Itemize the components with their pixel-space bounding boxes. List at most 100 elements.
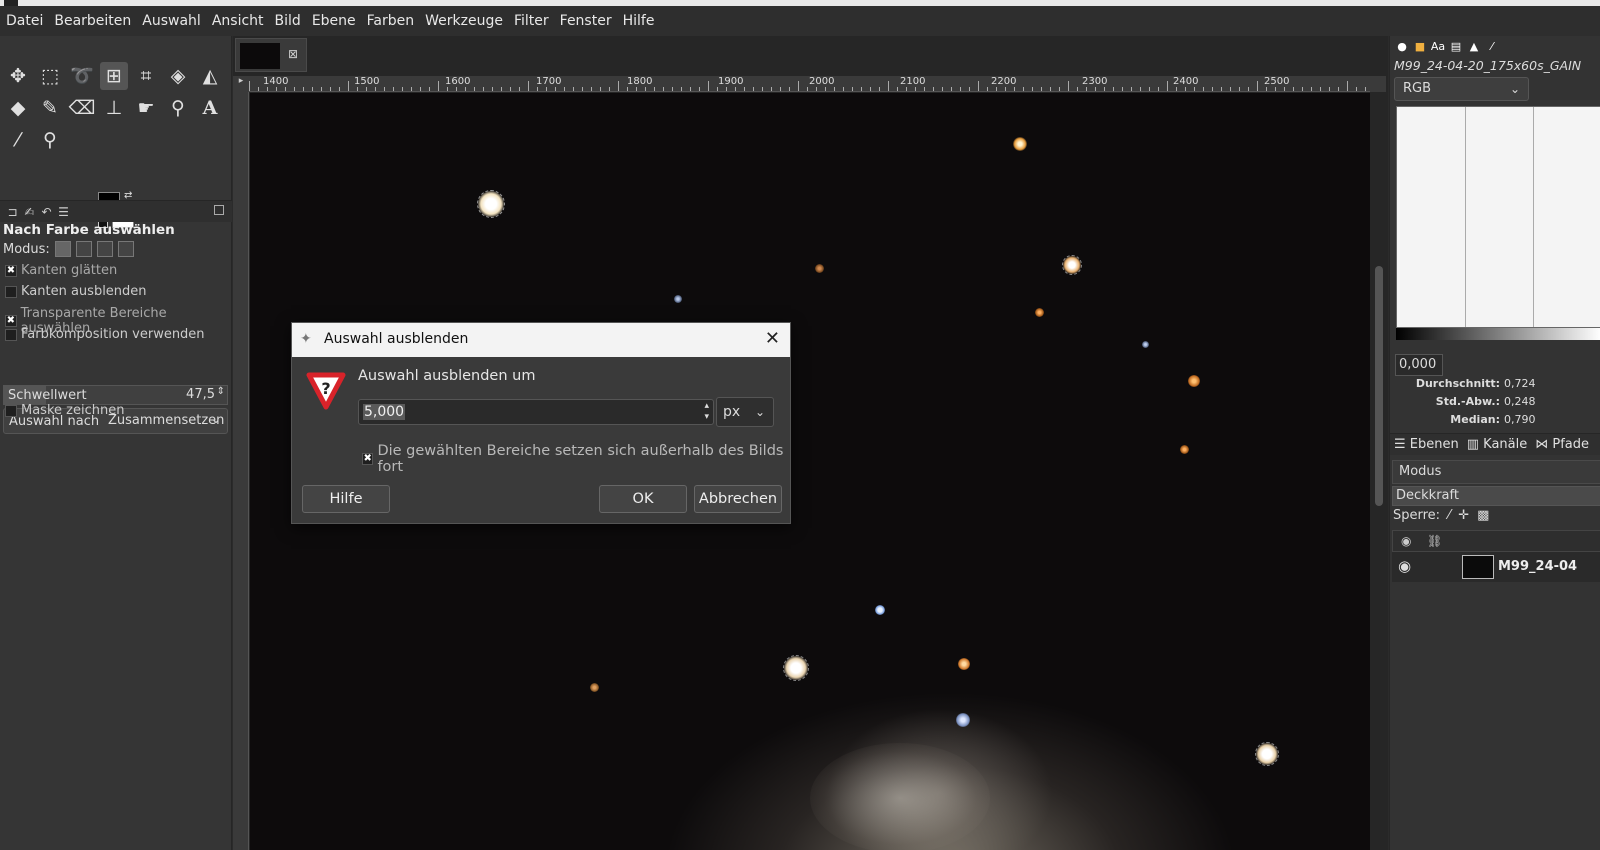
menu-select[interactable]: Auswahl — [142, 13, 201, 29]
close-icon[interactable]: ✕ — [765, 328, 780, 349]
menu-edit[interactable]: Bearbeiten — [54, 13, 131, 29]
vertical-ruler[interactable] — [233, 92, 249, 850]
ruler-tick — [303, 87, 304, 91]
lock-position-icon[interactable]: ✛ — [1458, 508, 1469, 523]
histogram-tab-icon[interactable]: ▲ — [1466, 40, 1482, 54]
composite-checkbox[interactable] — [5, 328, 17, 341]
transparent-checkbox[interactable]: ✖ — [5, 315, 17, 327]
mode-subtract-button[interactable] — [96, 241, 113, 257]
font-tab-icon[interactable]: Aa — [1430, 40, 1446, 54]
menu-tools[interactable]: Werkzeuge — [425, 13, 503, 29]
menu-filters[interactable]: Filter — [514, 13, 549, 29]
configure-tab-icon[interactable] — [214, 205, 224, 215]
range-low-spin[interactable]: 0,000 — [1395, 354, 1443, 376]
ruler-tick — [744, 87, 745, 91]
tab-layers[interactable]: ☰ Ebenen — [1394, 437, 1459, 452]
lasso-tool-icon[interactable]: ➰ — [68, 62, 96, 90]
close-icon[interactable]: ⊠ — [288, 47, 298, 61]
cancel-button[interactable]: Abbrechen — [694, 485, 782, 513]
paintbrush-tool-icon[interactable]: ✎ — [36, 94, 64, 122]
scrollbar-thumb[interactable] — [1375, 266, 1383, 506]
images-tab-icon[interactable]: ☰ — [55, 205, 72, 219]
chevron-down-icon: ⌄ — [1509, 82, 1520, 96]
opacity-slider[interactable]: Deckkraft — [1392, 486, 1600, 506]
color-picker-tool-icon[interactable]: ⁄ — [4, 126, 32, 154]
pencil-tab-icon[interactable]: ⁄ — [1484, 40, 1500, 54]
zoom-tool-icon[interactable]: ⚲ — [36, 126, 64, 154]
navigate-icon[interactable] — [1370, 76, 1386, 92]
tab-paths[interactable]: ⋈ Pfade — [1535, 437, 1589, 452]
ruler-tick — [339, 87, 340, 91]
warp-tool-icon[interactable]: ◭ — [196, 62, 224, 90]
ruler-corner-icon[interactable]: ▸ — [233, 76, 249, 92]
menu-file[interactable]: Datei — [6, 13, 43, 29]
eraser-tool-icon[interactable]: ⌫ — [68, 94, 96, 122]
draw-mask-option[interactable]: Maske zeichnen — [5, 403, 124, 418]
tab-channels[interactable]: ▥ Kanäle — [1467, 437, 1528, 452]
pattern-tab-icon[interactable]: ■ — [1412, 40, 1428, 54]
edge-lock-option[interactable]: ✖ Die gewählten Bereiche setzen sich auß… — [362, 443, 790, 475]
ruler-tick — [600, 87, 601, 91]
layer-mode-dropdown[interactable]: Modus — [1392, 460, 1600, 484]
ruler-label: 2100 — [900, 76, 926, 87]
move-tool-icon[interactable]: ✥ — [4, 62, 32, 90]
threshold-slider[interactable]: Schwellwert 47,5 ⇕ — [3, 385, 228, 405]
ruler-tick — [546, 87, 547, 91]
lock-alpha-icon[interactable]: ▩ — [1477, 508, 1489, 523]
spin-icon[interactable]: ▴ ▾ — [704, 401, 709, 423]
image-tab[interactable]: ⊠ — [235, 38, 307, 72]
mode-replace-button[interactable] — [54, 241, 71, 257]
ruler-tick — [654, 87, 655, 91]
ok-button[interactable]: OK — [599, 485, 687, 513]
gimp-icon: ✦ — [300, 331, 312, 347]
rect-select-tool-icon[interactable]: ⬚ — [36, 62, 64, 90]
menu-image[interactable]: Bild — [275, 13, 301, 29]
feather-checkbox[interactable] — [5, 285, 17, 298]
antialias-checkbox[interactable]: ✖ — [5, 264, 17, 277]
ruler-tick — [258, 87, 259, 91]
lock-pixels-icon[interactable]: ⁄ — [1448, 508, 1450, 523]
histogram-range-gradient[interactable] — [1396, 328, 1600, 340]
menu-colors[interactable]: Farben — [367, 13, 414, 29]
crop-tool-icon[interactable]: ⌗ — [132, 62, 160, 90]
channel-dropdown[interactable]: RGB ⌄ — [1394, 77, 1529, 101]
ruler-tick — [384, 87, 385, 91]
document-tab-icon[interactable]: ▤ — [1448, 40, 1464, 54]
mode-intersect-button[interactable] — [117, 241, 134, 257]
device-status-tab-icon[interactable]: ✍ — [21, 205, 38, 219]
text-tool-icon[interactable]: A — [196, 94, 224, 122]
help-button[interactable]: Hilfe — [302, 485, 390, 513]
layer-row[interactable]: ◉ M99_24-04 — [1392, 552, 1600, 582]
composite-option[interactable]: Farbkomposition verwenden — [5, 327, 205, 342]
menu-windows[interactable]: Fenster — [560, 13, 612, 29]
threshold-spin-icon[interactable]: ⇕ — [217, 386, 225, 397]
mode-add-button[interactable] — [75, 241, 92, 257]
feather-option[interactable]: Kanten ausblenden — [5, 284, 147, 299]
draw-mask-checkbox[interactable] — [5, 404, 17, 417]
ruler-tick — [1176, 87, 1177, 91]
vertical-scrollbar[interactable] — [1373, 96, 1385, 846]
menu-help[interactable]: Hilfe — [623, 13, 655, 29]
horizontal-ruler[interactable]: 1400 1500 1600 1700 1800 1900 2000 2100 … — [249, 76, 1370, 92]
antialias-option[interactable]: ✖ Kanten glätten — [5, 263, 117, 278]
bucket-fill-tool-icon[interactable]: ◆ — [4, 94, 32, 122]
histogram-view[interactable] — [1396, 106, 1600, 328]
brush-tab-icon[interactable]: ● — [1394, 40, 1410, 54]
ruler-tick — [474, 87, 475, 91]
tool-options-tab-icon[interactable]: ⊐ — [4, 205, 21, 219]
menu-view[interactable]: Ansicht — [212, 13, 264, 29]
eye-icon[interactable]: ◉ — [1398, 557, 1411, 575]
transform-tool-icon[interactable]: ◈ — [164, 62, 192, 90]
undo-history-tab-icon[interactable]: ↶ — [38, 205, 55, 219]
ruler-tick — [618, 81, 619, 91]
smudge-tool-icon[interactable]: ☛ — [132, 94, 160, 122]
feather-amount-input[interactable]: 5,000 ▴ ▾ — [358, 399, 714, 425]
unit-value: px — [723, 404, 741, 420]
paths-tool-icon[interactable]: ⚲ — [164, 94, 192, 122]
ruler-tick — [789, 87, 790, 91]
unit-dropdown[interactable]: px ⌄ — [716, 397, 774, 427]
select-by-color-tool-icon[interactable]: ⊞ — [100, 62, 128, 90]
clone-tool-icon[interactable]: ⊥ — [100, 94, 128, 122]
edge-lock-checkbox[interactable]: ✖ — [362, 453, 374, 465]
menu-layer[interactable]: Ebene — [312, 13, 356, 29]
